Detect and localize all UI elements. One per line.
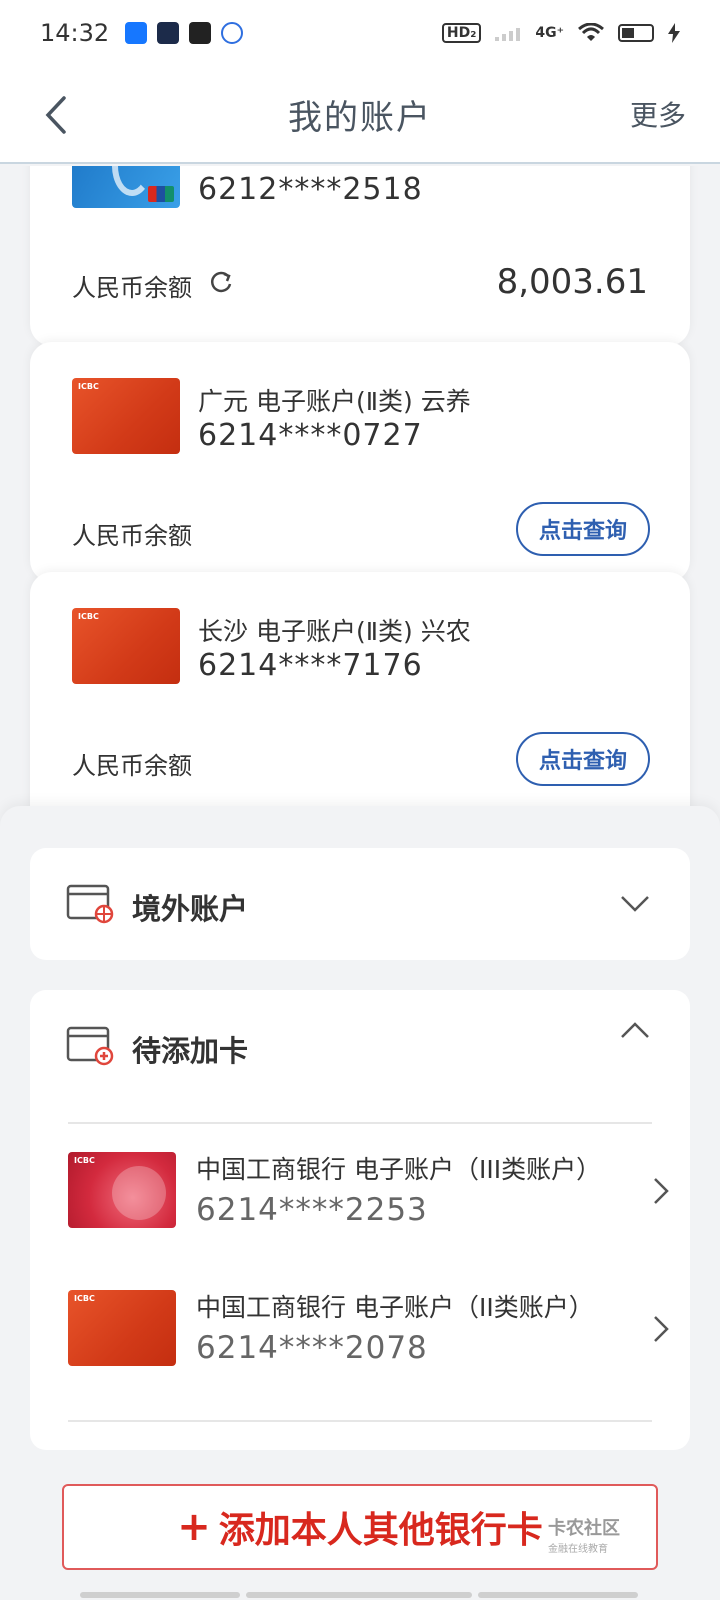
- pending-card-item[interactable]: ICBC 中国工商银行 电子账户（III类账户） 6214****2253: [68, 1150, 669, 1230]
- balance-label: 人民币余额: [72, 752, 192, 780]
- card-add-icon: [66, 1026, 114, 1066]
- baidu-app-icon: [221, 22, 244, 44]
- chevron-right-icon: [654, 1316, 669, 1342]
- card-globe-icon: [66, 884, 114, 924]
- home-indicator: [80, 1592, 240, 1598]
- pending-card-item[interactable]: ICBC 中国工商银行 电子账户（II类账户） 6214****2078: [68, 1288, 669, 1368]
- battery-icon: [618, 24, 654, 42]
- account-card[interactable]: ICBC 长沙 电子账户(Ⅱ类) 兴农 6214****7176 人民币余额 点…: [30, 572, 690, 806]
- status-time: 14:32: [40, 19, 110, 47]
- icbc-logo: ICBC: [78, 612, 99, 621]
- more-button[interactable]: 更多: [630, 94, 686, 134]
- card-number: 6214****2078: [196, 1330, 428, 1366]
- card-thumbnail: ICBC: [68, 1290, 176, 1366]
- account-card[interactable]: ICBC 广元 电子账户(Ⅱ类) 云养 6214****0727 人民币余额 点…: [30, 342, 690, 582]
- card-number: 6212****2518: [198, 172, 423, 207]
- plus-icon: +: [177, 1504, 211, 1550]
- home-indicator: [246, 1592, 472, 1598]
- refresh-icon[interactable]: [208, 270, 234, 296]
- icbc-logo: ICBC: [78, 382, 99, 391]
- network-type: 4G⁺: [535, 25, 564, 41]
- query-balance-button[interactable]: 点击查询: [516, 502, 650, 556]
- status-bar: 14:32 HD₂ 4G⁺: [0, 0, 720, 66]
- card-thumbnail: ICBC: [72, 378, 180, 454]
- back-arrow-icon[interactable]: [36, 90, 76, 140]
- status-indicators: HD₂ 4G⁺: [441, 23, 680, 43]
- card-number: 6214****7176: [198, 648, 423, 683]
- watermark: 卡农社区 金融在线教育: [548, 1514, 658, 1555]
- account-card[interactable]: 6212****2518 人民币余额 8,003.61: [30, 166, 690, 346]
- card-thumbnail: ICBC: [68, 1152, 176, 1228]
- divider: [68, 1122, 652, 1124]
- video-app-icon: [157, 22, 180, 44]
- account-list: 6212****2518 人民币余额 8,003.61 ICBC 广元 电子账户…: [0, 166, 720, 806]
- section-title: 待添加卡: [132, 1034, 249, 1068]
- watermark-text: 卡农社区: [548, 1518, 620, 1539]
- charging-icon: [668, 23, 680, 43]
- card-thumbnail: ICBC: [72, 608, 180, 684]
- chevron-up-icon[interactable]: [620, 1020, 650, 1040]
- chevron-right-icon: [654, 1178, 669, 1204]
- card-name: 中国工商银行 电子账户（II类账户）: [196, 1293, 594, 1322]
- status-app-icons: [125, 22, 244, 44]
- card-swoosh: [112, 166, 152, 196]
- unionpay-logo: [148, 186, 174, 202]
- signal-weak-icon: [495, 28, 521, 41]
- page-title: 我的账户: [288, 97, 432, 138]
- card-thumbnail: [72, 166, 180, 208]
- balance-label: 人民币余额: [72, 274, 192, 302]
- alipay-app-icon: [125, 22, 148, 44]
- wifi-icon: [578, 23, 604, 41]
- chevron-down-icon[interactable]: [620, 894, 650, 914]
- player-app-icon: [189, 22, 212, 44]
- card-number: 6214****2253: [196, 1192, 428, 1228]
- home-indicator: [478, 1592, 638, 1598]
- overseas-accounts-section[interactable]: 境外账户: [30, 848, 690, 960]
- card-name: 中国工商银行 电子账户（III类账户）: [196, 1155, 602, 1184]
- pending-cards-section: 待添加卡 ICBC 中国工商银行 电子账户（III类账户） 6214****22…: [30, 990, 690, 1450]
- card-number: 6214****0727: [198, 418, 423, 453]
- watermark-subtext: 金融在线教育: [548, 1544, 608, 1555]
- icbc-logo: ICBC: [74, 1156, 95, 1165]
- card-name: 广元 电子账户(Ⅱ类) 云养: [198, 387, 471, 416]
- query-balance-button[interactable]: 点击查询: [516, 732, 650, 786]
- icbc-logo: ICBC: [74, 1294, 95, 1303]
- globe-graphic: [112, 1166, 166, 1220]
- add-bank-card-label: 添加本人其他银行卡: [218, 1510, 543, 1551]
- balance-amount: 8,003.61: [496, 262, 648, 302]
- divider: [68, 1420, 652, 1422]
- card-name: 长沙 电子账户(Ⅱ类) 兴农: [198, 617, 471, 646]
- balance-label: 人民币余额: [72, 522, 192, 550]
- hd-voice-icon: HD₂: [441, 23, 482, 43]
- nav-bar: 我的账户 更多: [0, 66, 720, 164]
- section-title: 境外账户: [132, 892, 249, 926]
